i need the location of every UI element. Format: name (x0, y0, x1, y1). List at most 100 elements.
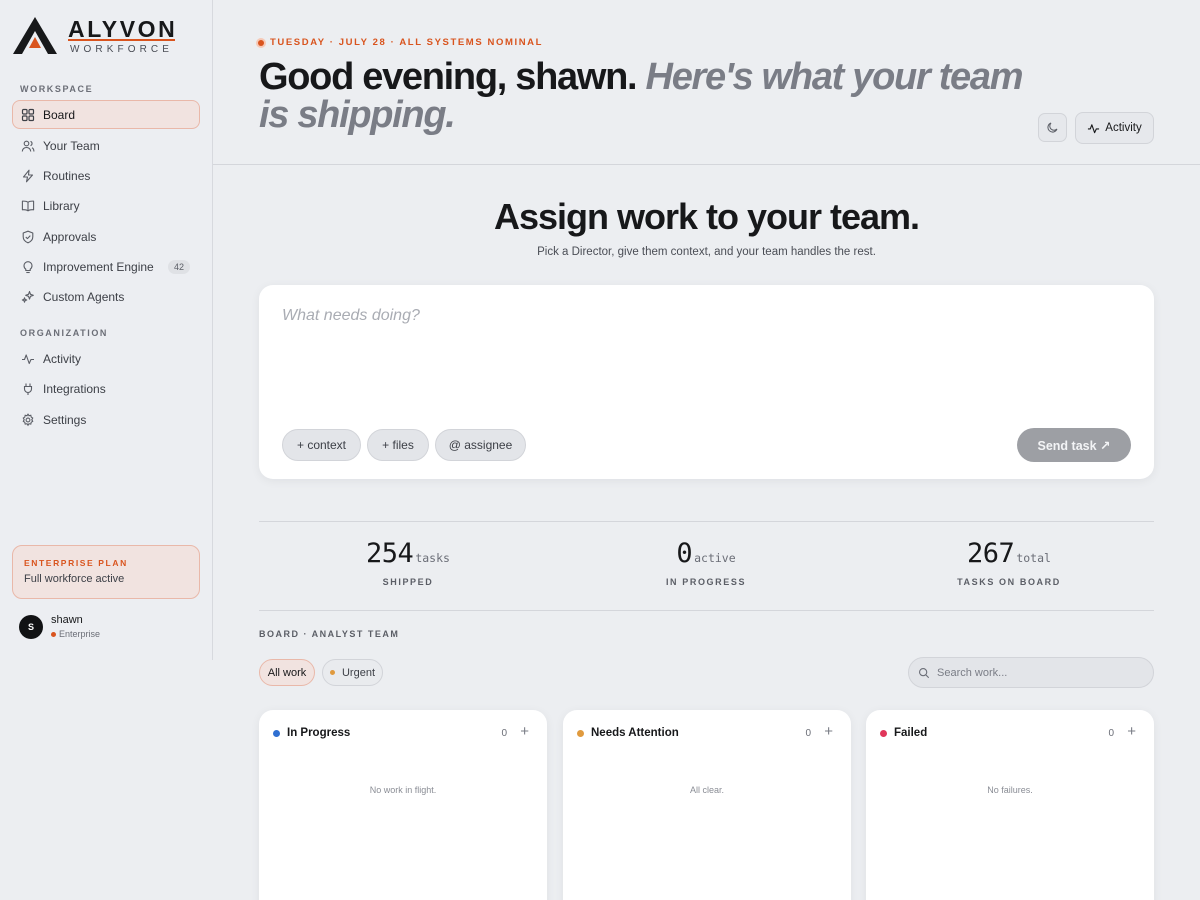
user-tier: Enterprise (51, 629, 100, 639)
moon-icon (1047, 122, 1058, 133)
count-badge: 42 (167, 260, 190, 274)
organization-heading: ORGANIZATION (20, 328, 109, 338)
sidebar-item-board[interactable]: Board (12, 100, 200, 129)
users-icon (21, 139, 35, 153)
stat-in-progress: 0 active IN PROGRESS (557, 538, 855, 587)
add-card-button[interactable]: + (1127, 723, 1136, 741)
user-tier-label: Enterprise (59, 629, 101, 639)
column-header: Failed (880, 727, 927, 739)
plan-title: ENTERPRISE PLAN (24, 558, 128, 568)
status-line: TUESDAY · JULY 28 · ALL SYSTEMS NOMINAL (258, 37, 543, 48)
sidebar-item-label: Integrations (43, 381, 106, 396)
stats-top-divider (259, 521, 1154, 522)
empty-state: No work in flight. (369, 785, 437, 795)
add-files-button[interactable]: + files (367, 429, 429, 461)
stats-bottom-divider (259, 610, 1154, 611)
status-dot (577, 729, 584, 737)
column-count: 0 (501, 728, 507, 739)
status-dot (880, 729, 887, 737)
grid-icon (21, 108, 35, 122)
gear-icon (21, 412, 35, 427)
stat-unit: tasks (415, 551, 450, 565)
add-assignee-button[interactable]: @ assignee (435, 429, 526, 461)
column-title: Needs Attention (591, 727, 679, 739)
column-in-progress: In Progress 0 + No work in flight. (259, 710, 547, 900)
column-needs-attention: Needs Attention 0 + All clear. (563, 710, 851, 900)
shield-check-icon (21, 230, 35, 244)
filter-urgent[interactable]: Urgent (322, 659, 383, 686)
book-icon (21, 199, 35, 213)
sidebar-item-label: Routines (43, 168, 91, 183)
sidebar-item-label: Library (43, 198, 80, 213)
sidebar: ALYVON WORKFORCE WORKSPACE Board Your Te… (0, 0, 213, 660)
column-failed: Failed 0 + No failures. (866, 710, 1154, 900)
sidebar-item-label: Board (43, 107, 76, 122)
sidebar-item-label: Custom Agents (43, 289, 125, 304)
empty-state: All clear. (689, 785, 724, 795)
search-input[interactable] (937, 666, 1137, 679)
sidebar-item-custom-agents[interactable]: Custom Agents (12, 282, 200, 311)
send-task-button[interactable]: Send task ↗ (1017, 428, 1131, 462)
avatar: S (19, 615, 43, 639)
brand-logo[interactable]: ALYVON WORKFORCE (12, 14, 202, 56)
search-icon (918, 667, 930, 678)
plug-icon (21, 382, 35, 396)
status-dot (51, 631, 56, 637)
stat-label: TASKS ON BOARD (957, 577, 1061, 587)
activity-button-label: Activity (1105, 122, 1142, 134)
activity-button[interactable]: Activity (1075, 112, 1154, 144)
lightbulb-icon (21, 260, 35, 274)
plan-card[interactable]: ENTERPRISE PLAN Full workforce active (12, 545, 200, 599)
search-box[interactable] (908, 657, 1154, 688)
sidebar-item-integrations[interactable]: Integrations (12, 374, 200, 403)
sidebar-item-library[interactable]: Library (12, 191, 200, 220)
add-card-button[interactable]: + (520, 723, 529, 741)
stat-label: SHIPPED (382, 577, 434, 587)
add-card-button[interactable]: + (824, 723, 833, 741)
user-name: shawn (51, 614, 83, 626)
column-title: In Progress (287, 727, 351, 739)
user-profile[interactable]: S shawn Enterprise (19, 614, 199, 642)
column-header: Needs Attention (577, 727, 679, 739)
add-context-button[interactable]: + context (282, 429, 361, 461)
column-count: 0 (805, 728, 811, 739)
task-composer: + context + files @ assignee Send task ↗ (259, 285, 1154, 479)
status-indicator (258, 39, 264, 46)
column-count: 0 (1108, 728, 1114, 739)
composer-subtitle: Pick a Director, give them context, and … (537, 246, 876, 258)
pulse-icon (1088, 123, 1100, 133)
theme-toggle-button[interactable] (1038, 113, 1067, 142)
sidebar-item-improvement-engine[interactable]: Improvement Engine 42 (12, 252, 200, 281)
column-header: In Progress (273, 727, 350, 739)
sidebar-item-label: Approvals (43, 229, 97, 244)
filter-urgent-label: Urgent (341, 666, 376, 679)
sidebar-item-routines[interactable]: Routines (12, 161, 200, 190)
stat-label: IN PROGRESS (665, 577, 747, 587)
status-dot (273, 729, 280, 737)
pulse-icon (21, 352, 35, 366)
sidebar-item-label: Improvement Engine (43, 259, 154, 274)
greeting: Good evening, shawn. (259, 56, 638, 98)
sidebar-item-approvals[interactable]: Approvals (12, 222, 200, 251)
board-label: BOARD · ANALYST TEAM (259, 629, 400, 639)
urgent-dot (329, 670, 335, 675)
sparkles-icon (21, 290, 35, 304)
page-title: Good evening, shawn. Here's what your te… (259, 58, 1039, 134)
sidebar-item-your-team[interactable]: Your Team (12, 131, 200, 160)
task-input[interactable] (282, 307, 1122, 417)
empty-state: No failures. (987, 785, 1033, 795)
sidebar-item-settings[interactable]: Settings (12, 405, 200, 434)
workspace-heading: WORKSPACE (20, 84, 94, 94)
stat-unit: total (1016, 551, 1051, 565)
filter-all-work[interactable]: All work (259, 659, 315, 686)
header-divider (213, 164, 1200, 165)
sidebar-item-label: Settings (43, 412, 87, 427)
status-text: TUESDAY · JULY 28 · ALL SYSTEMS NOMINAL (270, 37, 544, 48)
column-title: Failed (894, 727, 928, 739)
stat-unit: active (694, 551, 736, 565)
lightning-icon (21, 169, 35, 183)
sidebar-item-label: Activity (43, 351, 82, 366)
sidebar-item-activity[interactable]: Activity (12, 344, 200, 373)
brand-underline (68, 39, 175, 41)
plan-subtitle: Full workforce active (24, 573, 125, 585)
